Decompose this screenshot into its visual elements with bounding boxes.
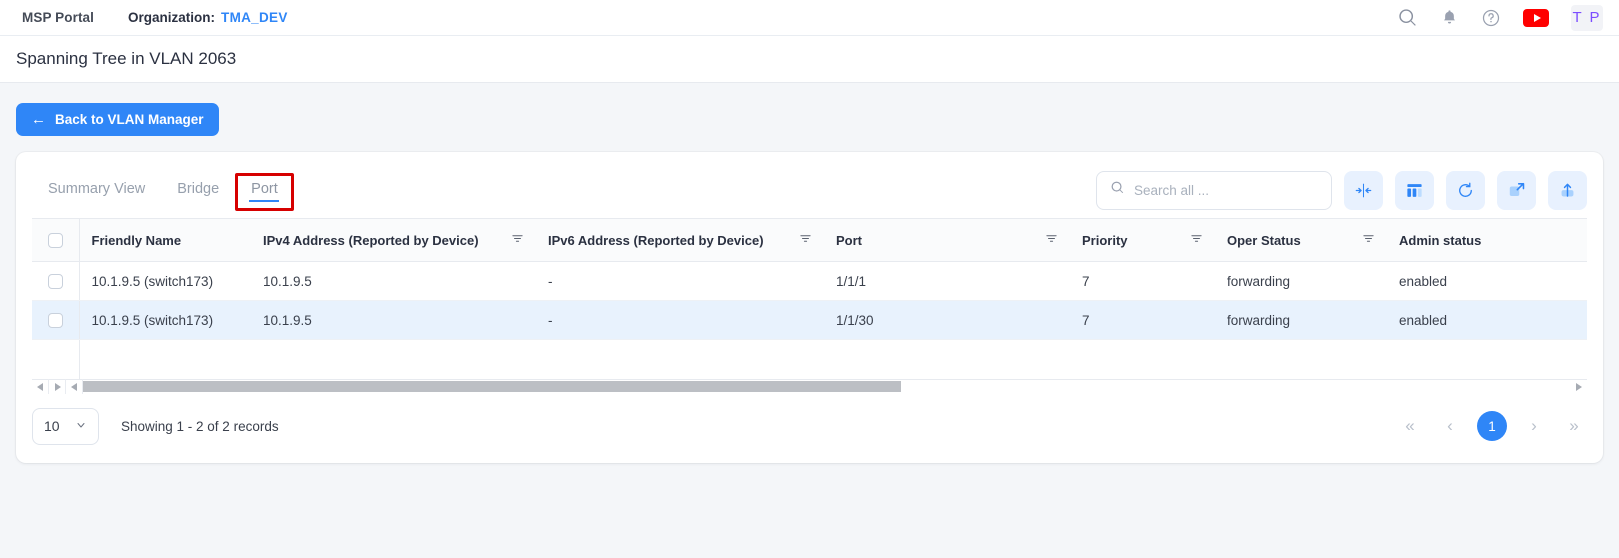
filter-icon[interactable] [799,232,812,248]
cell-ipv6-address: - [536,301,824,340]
top-navigation-bar: MSP Portal Organization: TMA_DEV T [0,0,1619,36]
select-all-header [32,219,79,262]
cell-ipv6-address: - [536,262,824,301]
records-summary: Showing 1 - 2 of 2 records [121,419,279,434]
back-to-vlan-manager-button[interactable]: ← Back to VLAN Manager [16,103,219,136]
export-icon[interactable] [1548,171,1587,210]
back-arrow-icon: ← [31,112,46,127]
help-icon[interactable] [1481,8,1501,28]
row-select-cell [32,262,79,301]
cell-friendly-name: 10.1.9.5 (switch173) [79,262,251,301]
column-label: IPv4 Address (Reported by Device) [263,233,479,248]
cell-port: 1/1/1 [824,262,1070,301]
table-footer: 10 Showing 1 - 2 of 2 records « ‹ 1 › » [16,394,1603,451]
tab-port[interactable]: Port [235,173,294,211]
scroll-left-outer-button[interactable] [32,379,49,394]
column-header-ipv4-address[interactable]: IPv4 Address (Reported by Device) [251,219,536,262]
organization-value[interactable]: TMA_DEV [221,10,288,25]
column-header-ipv6-address[interactable]: IPv6 Address (Reported by Device) [536,219,824,262]
pagination-last-button[interactable]: » [1561,413,1587,439]
tab-summary-view[interactable]: Summary View [32,173,161,211]
column-label: Friendly Name [92,233,182,248]
back-button-label: Back to VLAN Manager [55,112,204,127]
filter-icon[interactable] [1362,232,1375,248]
cell-priority: 7 [1070,301,1215,340]
scroll-track[interactable] [83,381,1570,392]
pagination-page-1[interactable]: 1 [1477,411,1507,441]
view-tabs: Summary View Bridge Port [32,173,294,211]
column-label: IPv6 Address (Reported by Device) [548,233,764,248]
column-settings-icon[interactable] [1395,171,1434,210]
cell-admin-status: enabled [1387,262,1587,301]
table-empty-space [32,340,1587,379]
column-header-priority[interactable]: Priority [1070,219,1215,262]
search-icon[interactable] [1397,7,1418,28]
filter-icon[interactable] [1045,232,1058,248]
page-content: ← Back to VLAN Manager Summary View Brid… [0,83,1619,463]
column-header-admin-status[interactable]: Admin status [1387,219,1587,262]
column-header-oper-status[interactable]: Oper Status [1215,219,1387,262]
table-row[interactable]: 10.1.9.5 (switch173) 10.1.9.5 - 1/1/30 7… [32,301,1587,340]
empty-cell [79,340,1587,379]
data-table-container: Friendly Name IPv4 Address (Reported by … [16,218,1603,379]
refresh-icon[interactable] [1446,171,1485,210]
cell-oper-status: forwarding [1215,301,1387,340]
empty-cell [32,340,79,379]
column-header-port[interactable]: Port [824,219,1070,262]
fit-columns-icon[interactable] [1344,171,1383,210]
cell-friendly-name: 10.1.9.5 (switch173) [79,301,251,340]
search-box[interactable] [1096,171,1332,210]
app-brand-title: MSP Portal [22,10,94,25]
cell-port: 1/1/30 [824,301,1070,340]
row-checkbox[interactable] [48,313,63,328]
expand-icon[interactable] [1497,171,1536,210]
tab-toolbar-row: Summary View Bridge Port [16,152,1603,218]
search-icon [1110,180,1125,200]
column-header-friendly-name[interactable]: Friendly Name [79,219,251,262]
organization-label: Organization: [128,10,215,25]
chevron-down-icon [75,418,87,434]
column-label: Admin status [1399,233,1481,248]
column-label: Port [836,233,862,248]
pagination-next-button[interactable]: › [1521,413,1547,439]
table-card: Summary View Bridge Port [16,152,1603,463]
cell-ipv4-address: 10.1.9.5 [251,301,536,340]
tab-bridge[interactable]: Bridge [161,173,235,211]
page-size-value: 10 [44,418,60,434]
page-header: Spanning Tree in VLAN 2063 [0,36,1619,83]
cell-ipv4-address: 10.1.9.5 [251,262,536,301]
row-select-cell [32,301,79,340]
search-input[interactable] [1134,183,1318,198]
spanning-tree-port-table: Friendly Name IPv4 Address (Reported by … [32,218,1587,379]
table-header-row: Friendly Name IPv4 Address (Reported by … [32,219,1587,262]
organization-selector[interactable]: Organization: TMA_DEV [128,10,288,25]
pagination-prev-button[interactable]: ‹ [1437,413,1463,439]
pagination-first-button[interactable]: « [1397,413,1423,439]
table-row[interactable]: 10.1.9.5 (switch173) 10.1.9.5 - 1/1/1 7 … [32,262,1587,301]
top-bar-actions: T P [1397,5,1603,31]
row-checkbox[interactable] [48,274,63,289]
scroll-right-outer-button[interactable] [49,379,66,394]
select-all-checkbox[interactable] [48,233,63,248]
column-label: Priority [1082,233,1128,248]
cell-admin-status: enabled [1387,301,1587,340]
pagination: « ‹ 1 › » [1397,411,1587,441]
bell-icon[interactable] [1440,8,1459,27]
filter-icon[interactable] [511,232,524,248]
filter-icon[interactable] [1190,232,1203,248]
cell-oper-status: forwarding [1215,262,1387,301]
column-label: Oper Status [1227,233,1301,248]
scroll-thumb[interactable] [83,381,901,392]
cell-priority: 7 [1070,262,1215,301]
scroll-right-button[interactable] [1570,379,1587,394]
page-size-select[interactable]: 10 [32,408,99,445]
page-title: Spanning Tree in VLAN 2063 [16,49,236,69]
horizontal-scrollbar[interactable] [32,379,1587,394]
scroll-left-button[interactable] [66,379,83,394]
table-toolbar [1096,171,1587,214]
user-avatar[interactable]: T P [1571,5,1603,31]
youtube-icon[interactable] [1523,9,1549,27]
